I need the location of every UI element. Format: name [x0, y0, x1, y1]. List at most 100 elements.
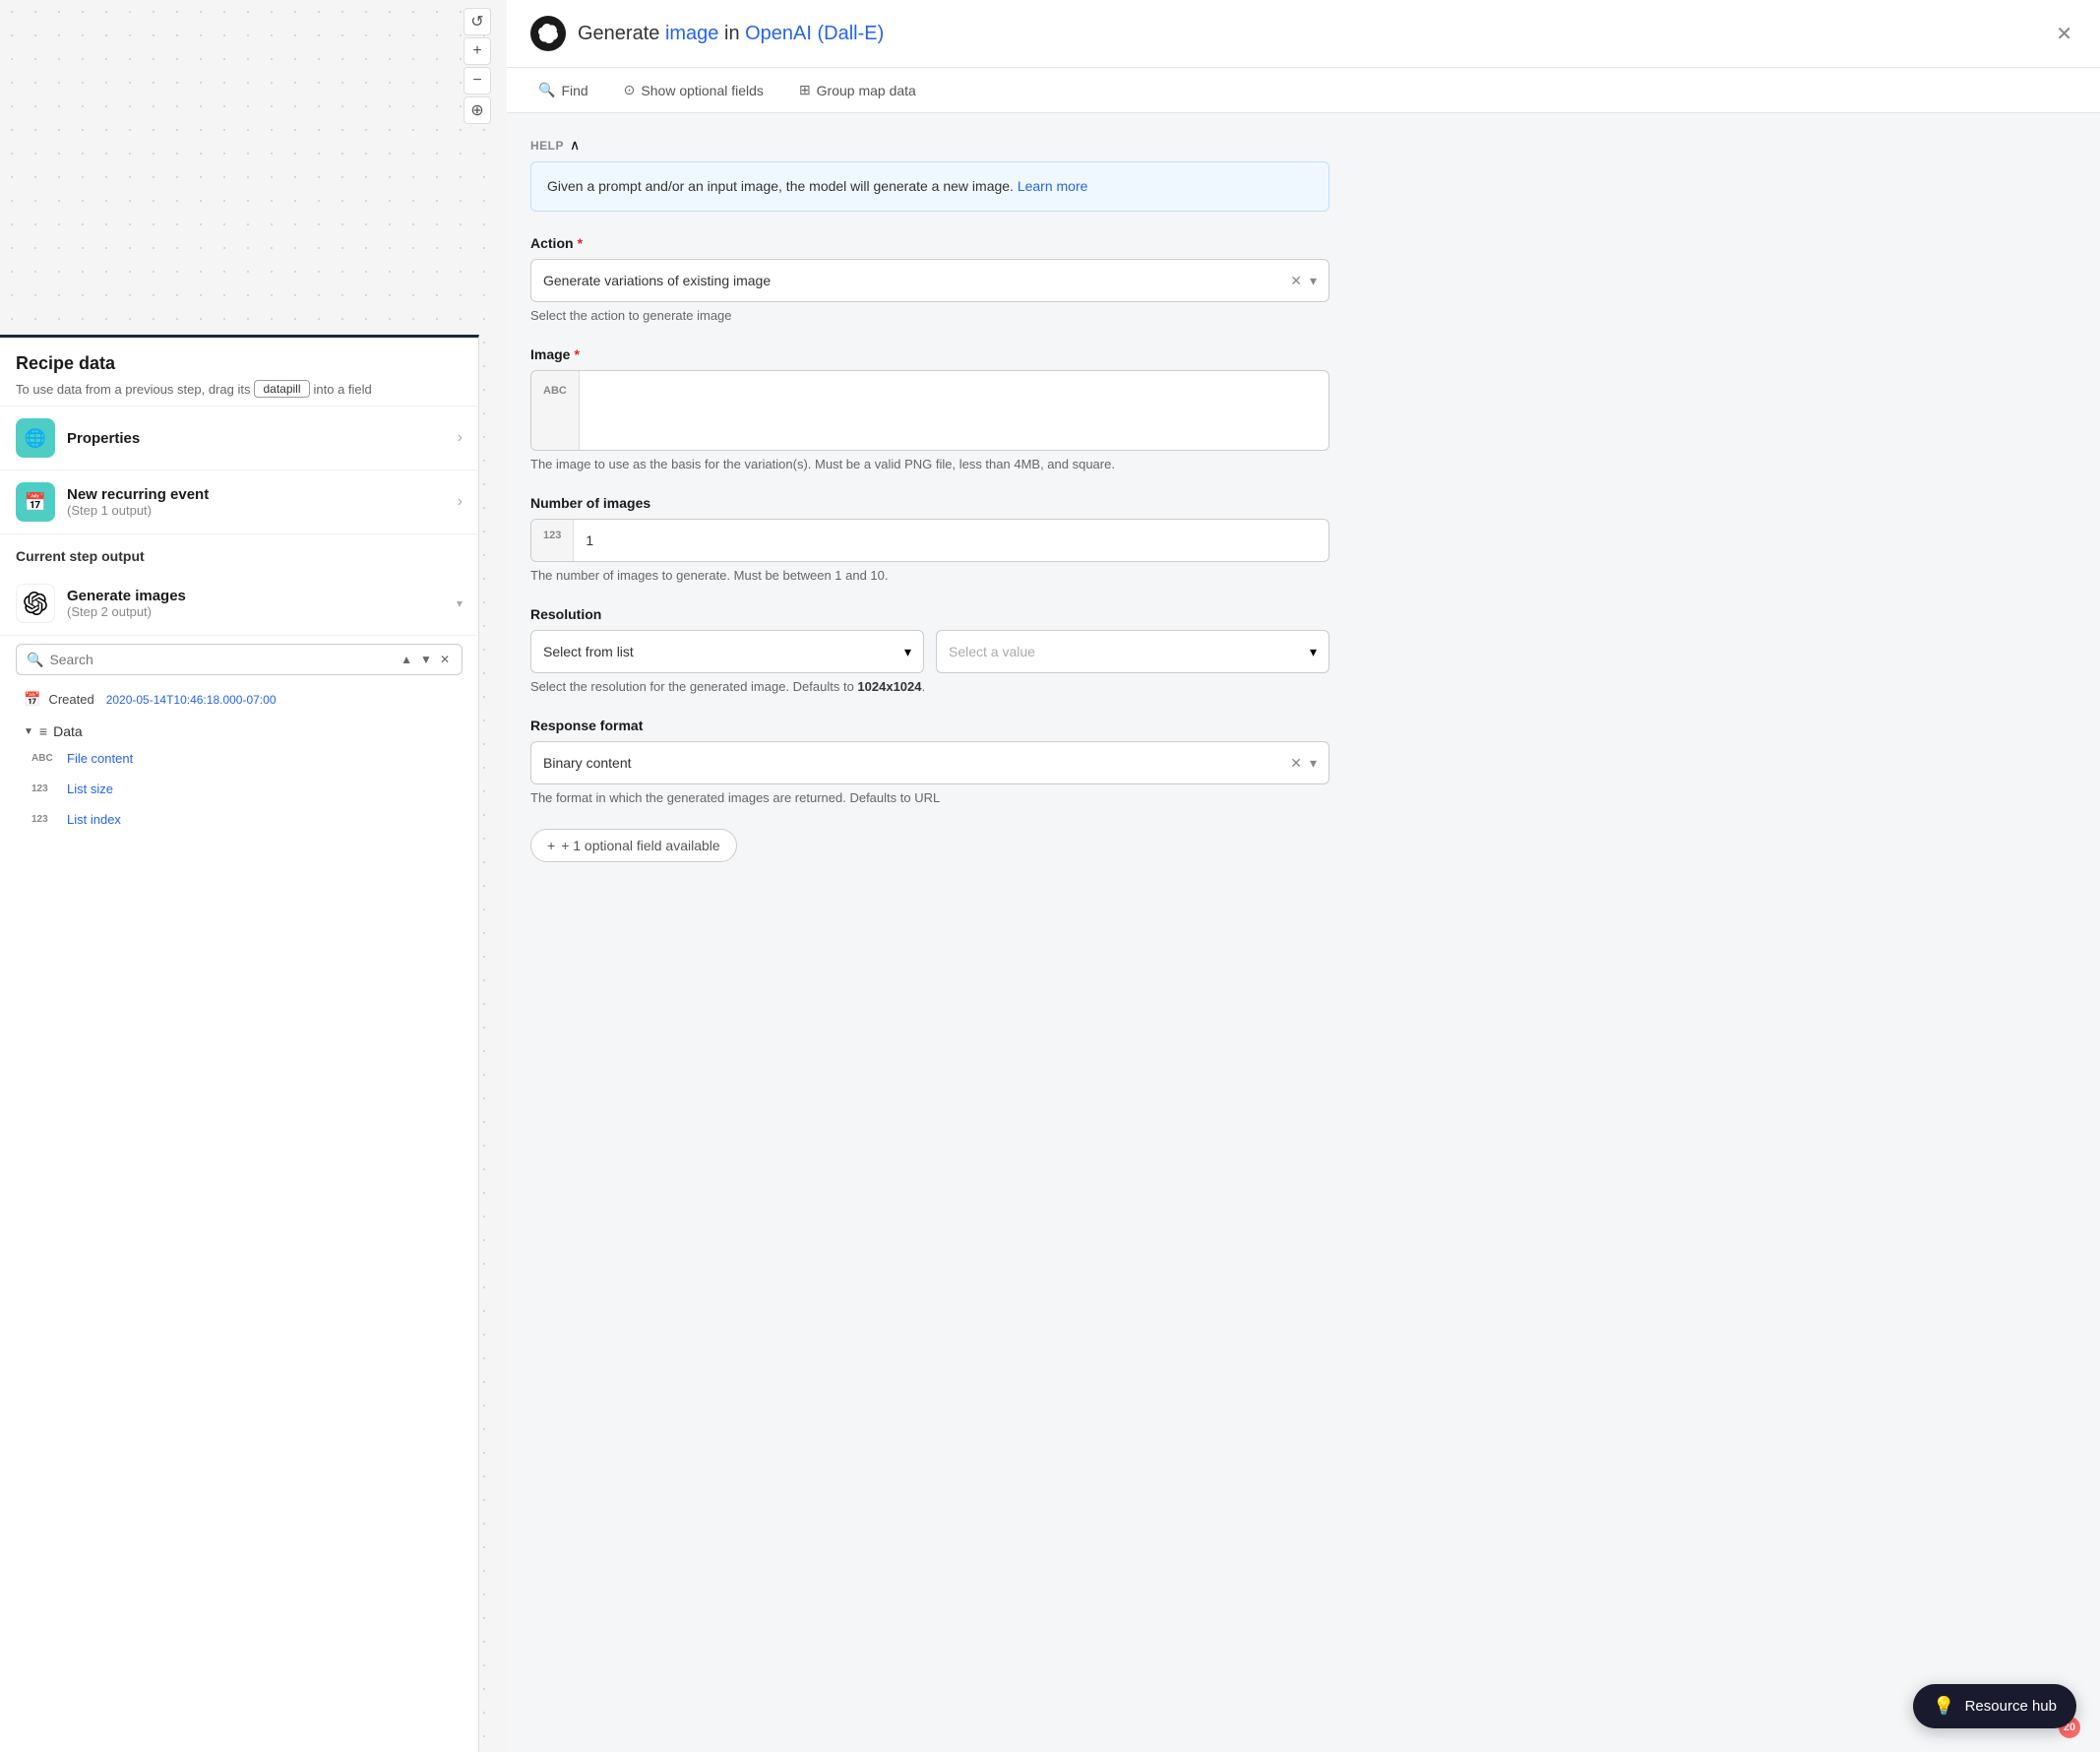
resolution-field-label: Resolution — [530, 606, 1329, 622]
resolution-select-list-label: Select from list — [543, 644, 634, 659]
move-button[interactable]: ⊕ — [463, 96, 491, 124]
help-box: Given a prompt and/or an input image, th… — [530, 161, 1329, 212]
resolution-hint-bold: 1024x1024 — [857, 679, 921, 694]
action-field-hint: Select the action to generate image — [530, 308, 1329, 323]
response-format-hint: The format in which the generated images… — [530, 790, 1329, 805]
chevron-down-icon: ▾ — [457, 596, 463, 610]
recipe-desc-suffix: into a field — [314, 382, 372, 397]
num-images-input[interactable] — [574, 532, 1328, 548]
resolution-row: Select from list ▾ Select a value ▾ — [530, 630, 1329, 673]
select-actions-response: ✕ ▾ — [1290, 755, 1317, 772]
group-map-button[interactable]: ⊞ Group map data — [791, 78, 924, 102]
group-map-icon: ⊞ — [799, 82, 811, 98]
num-images-hint: The number of images to generate. Must b… — [530, 568, 1329, 583]
response-format-label: Response format — [530, 718, 1329, 733]
title-prefix: Generate — [578, 23, 665, 44]
calendar-icon: 📅 — [24, 691, 40, 708]
type-badge-123-2: 123 — [31, 814, 59, 825]
optional-plus-icon: + — [547, 838, 555, 853]
created-value: 2020-05-14T10:46:18.000-07:00 — [106, 693, 277, 707]
chevron-right-icon-2: › — [458, 493, 463, 511]
num-images-input-container: 123 — [530, 519, 1329, 562]
search-navigation: ▲ ▼ ✕ — [399, 651, 452, 668]
image-textarea-field[interactable]: ABC — [530, 370, 1329, 451]
chevron-right-icon: › — [458, 429, 463, 447]
eye-icon: ⊙ — [624, 82, 636, 98]
data-field-list-index: 123 List index — [0, 804, 478, 835]
properties-label: Properties — [67, 430, 446, 447]
action-select-value: Generate variations of existing image — [543, 273, 771, 288]
action-select-field[interactable]: Generate variations of existing image ✕ … — [530, 259, 1329, 302]
num-images-field-label: Number of images — [530, 495, 1329, 511]
learn-more-link[interactable]: Learn more — [1018, 178, 1088, 194]
help-header[interactable]: HELP ∧ — [530, 137, 1329, 154]
search-input[interactable] — [49, 652, 393, 667]
image-field-section: Image * ABC The image to use as the basi… — [530, 346, 1329, 471]
resolution-select-value[interactable]: Select a value ▾ — [936, 630, 1329, 673]
field-name-list-index: List index — [67, 812, 121, 827]
recurring-event-label: New recurring event — [67, 486, 446, 503]
data-section-label: Data — [53, 723, 83, 739]
canvas-controls: ↺ + − ⊕ — [463, 0, 491, 132]
image-prefix: ABC — [531, 371, 580, 450]
optional-fields-button[interactable]: + + 1 optional field available — [530, 829, 737, 862]
resolution-field-section: Resolution Select from list ▾ Select a v… — [530, 606, 1329, 694]
generate-images-label: Generate images — [67, 588, 445, 604]
properties-icon: 🌐 — [16, 418, 55, 458]
zoom-in-button[interactable]: + — [463, 37, 491, 65]
clear-icon-response[interactable]: ✕ — [1290, 755, 1302, 772]
action-panel: Generate image in OpenAI (Dall-E) ✕ 🔍 Fi… — [507, 0, 2100, 1752]
sidebar-item-generate-images[interactable]: Generate images (Step 2 output) ▾ — [0, 572, 478, 636]
recipe-title: Recipe data — [16, 353, 463, 374]
search-clear-button[interactable]: ✕ — [438, 651, 452, 668]
search-up-button[interactable]: ▲ — [399, 651, 414, 668]
recipe-description: To use data from a previous step, drag i… — [16, 380, 463, 398]
response-format-value: Binary content — [543, 755, 632, 771]
data-field-file-content: ABC File content — [0, 743, 478, 774]
sidebar-item-recurring-event[interactable]: 📅 New recurring event (Step 1 output) › — [0, 470, 478, 534]
resource-hub-button[interactable]: 💡 Resource hub — [1913, 1684, 2076, 1728]
image-input-area[interactable] — [580, 371, 1328, 450]
resolution-hint-prefix: Select the resolution for the generated … — [530, 679, 857, 694]
recipe-panel: Recipe data To use data from a previous … — [0, 335, 479, 1752]
recurring-event-sub: (Step 1 output) — [67, 503, 446, 518]
list-icon: ≡ — [39, 723, 47, 739]
find-button[interactable]: 🔍 Find — [530, 78, 596, 102]
num-images-prefix: 123 — [531, 520, 574, 561]
data-field-list-size: 123 List size — [0, 774, 478, 804]
sidebar-item-properties[interactable]: 🌐 Properties › — [0, 407, 478, 470]
chevron-down-icon-resolution: ▾ — [904, 644, 911, 660]
openai-logo — [530, 16, 566, 51]
resolution-select-list[interactable]: Select from list ▾ — [530, 630, 924, 673]
generate-images-icon — [16, 584, 55, 623]
data-section-header[interactable]: ▼ ≡ Data — [0, 716, 478, 743]
help-label: HELP — [530, 139, 564, 153]
expand-icon: ▼ — [24, 726, 33, 737]
close-button[interactable]: ✕ — [2052, 18, 2076, 50]
title-highlight: image — [665, 23, 718, 44]
created-label: Created — [48, 692, 93, 707]
chevron-down-icon-resolution-val: ▾ — [1310, 644, 1317, 660]
select-actions-action: ✕ ▾ — [1290, 273, 1317, 289]
required-star-action: * — [578, 235, 583, 251]
type-badge-123-1: 123 — [31, 783, 59, 794]
image-field-label: Image * — [530, 346, 1329, 362]
action-title: Generate image in OpenAI (Dall-E) — [578, 23, 884, 45]
resolution-hint-suffix: . — [922, 679, 926, 694]
chevron-down-icon-response: ▾ — [1310, 755, 1317, 772]
response-format-section: Response format Binary content ✕ ▾ The f… — [530, 718, 1329, 805]
zoom-out-button[interactable]: − — [463, 67, 491, 94]
search-icon: 🔍 — [27, 652, 43, 668]
search-toolbar-icon: 🔍 — [538, 82, 555, 98]
response-format-select[interactable]: Binary content ✕ ▾ — [530, 741, 1329, 784]
action-content: HELP ∧ Given a prompt and/or an input im… — [507, 113, 1353, 886]
search-down-button[interactable]: ▼ — [418, 651, 434, 668]
resource-hub-label: Resource hub — [1965, 1698, 2057, 1715]
clear-icon-action[interactable]: ✕ — [1290, 273, 1302, 289]
datapill-badge: datapill — [254, 380, 309, 398]
field-name-file-content: File content — [67, 751, 133, 766]
action-header: Generate image in OpenAI (Dall-E) ✕ — [507, 0, 2100, 68]
show-optional-fields-button[interactable]: ⊙ Show optional fields — [616, 78, 772, 102]
current-step-label: Current step output — [0, 534, 478, 572]
refresh-button[interactable]: ↺ — [463, 8, 491, 35]
